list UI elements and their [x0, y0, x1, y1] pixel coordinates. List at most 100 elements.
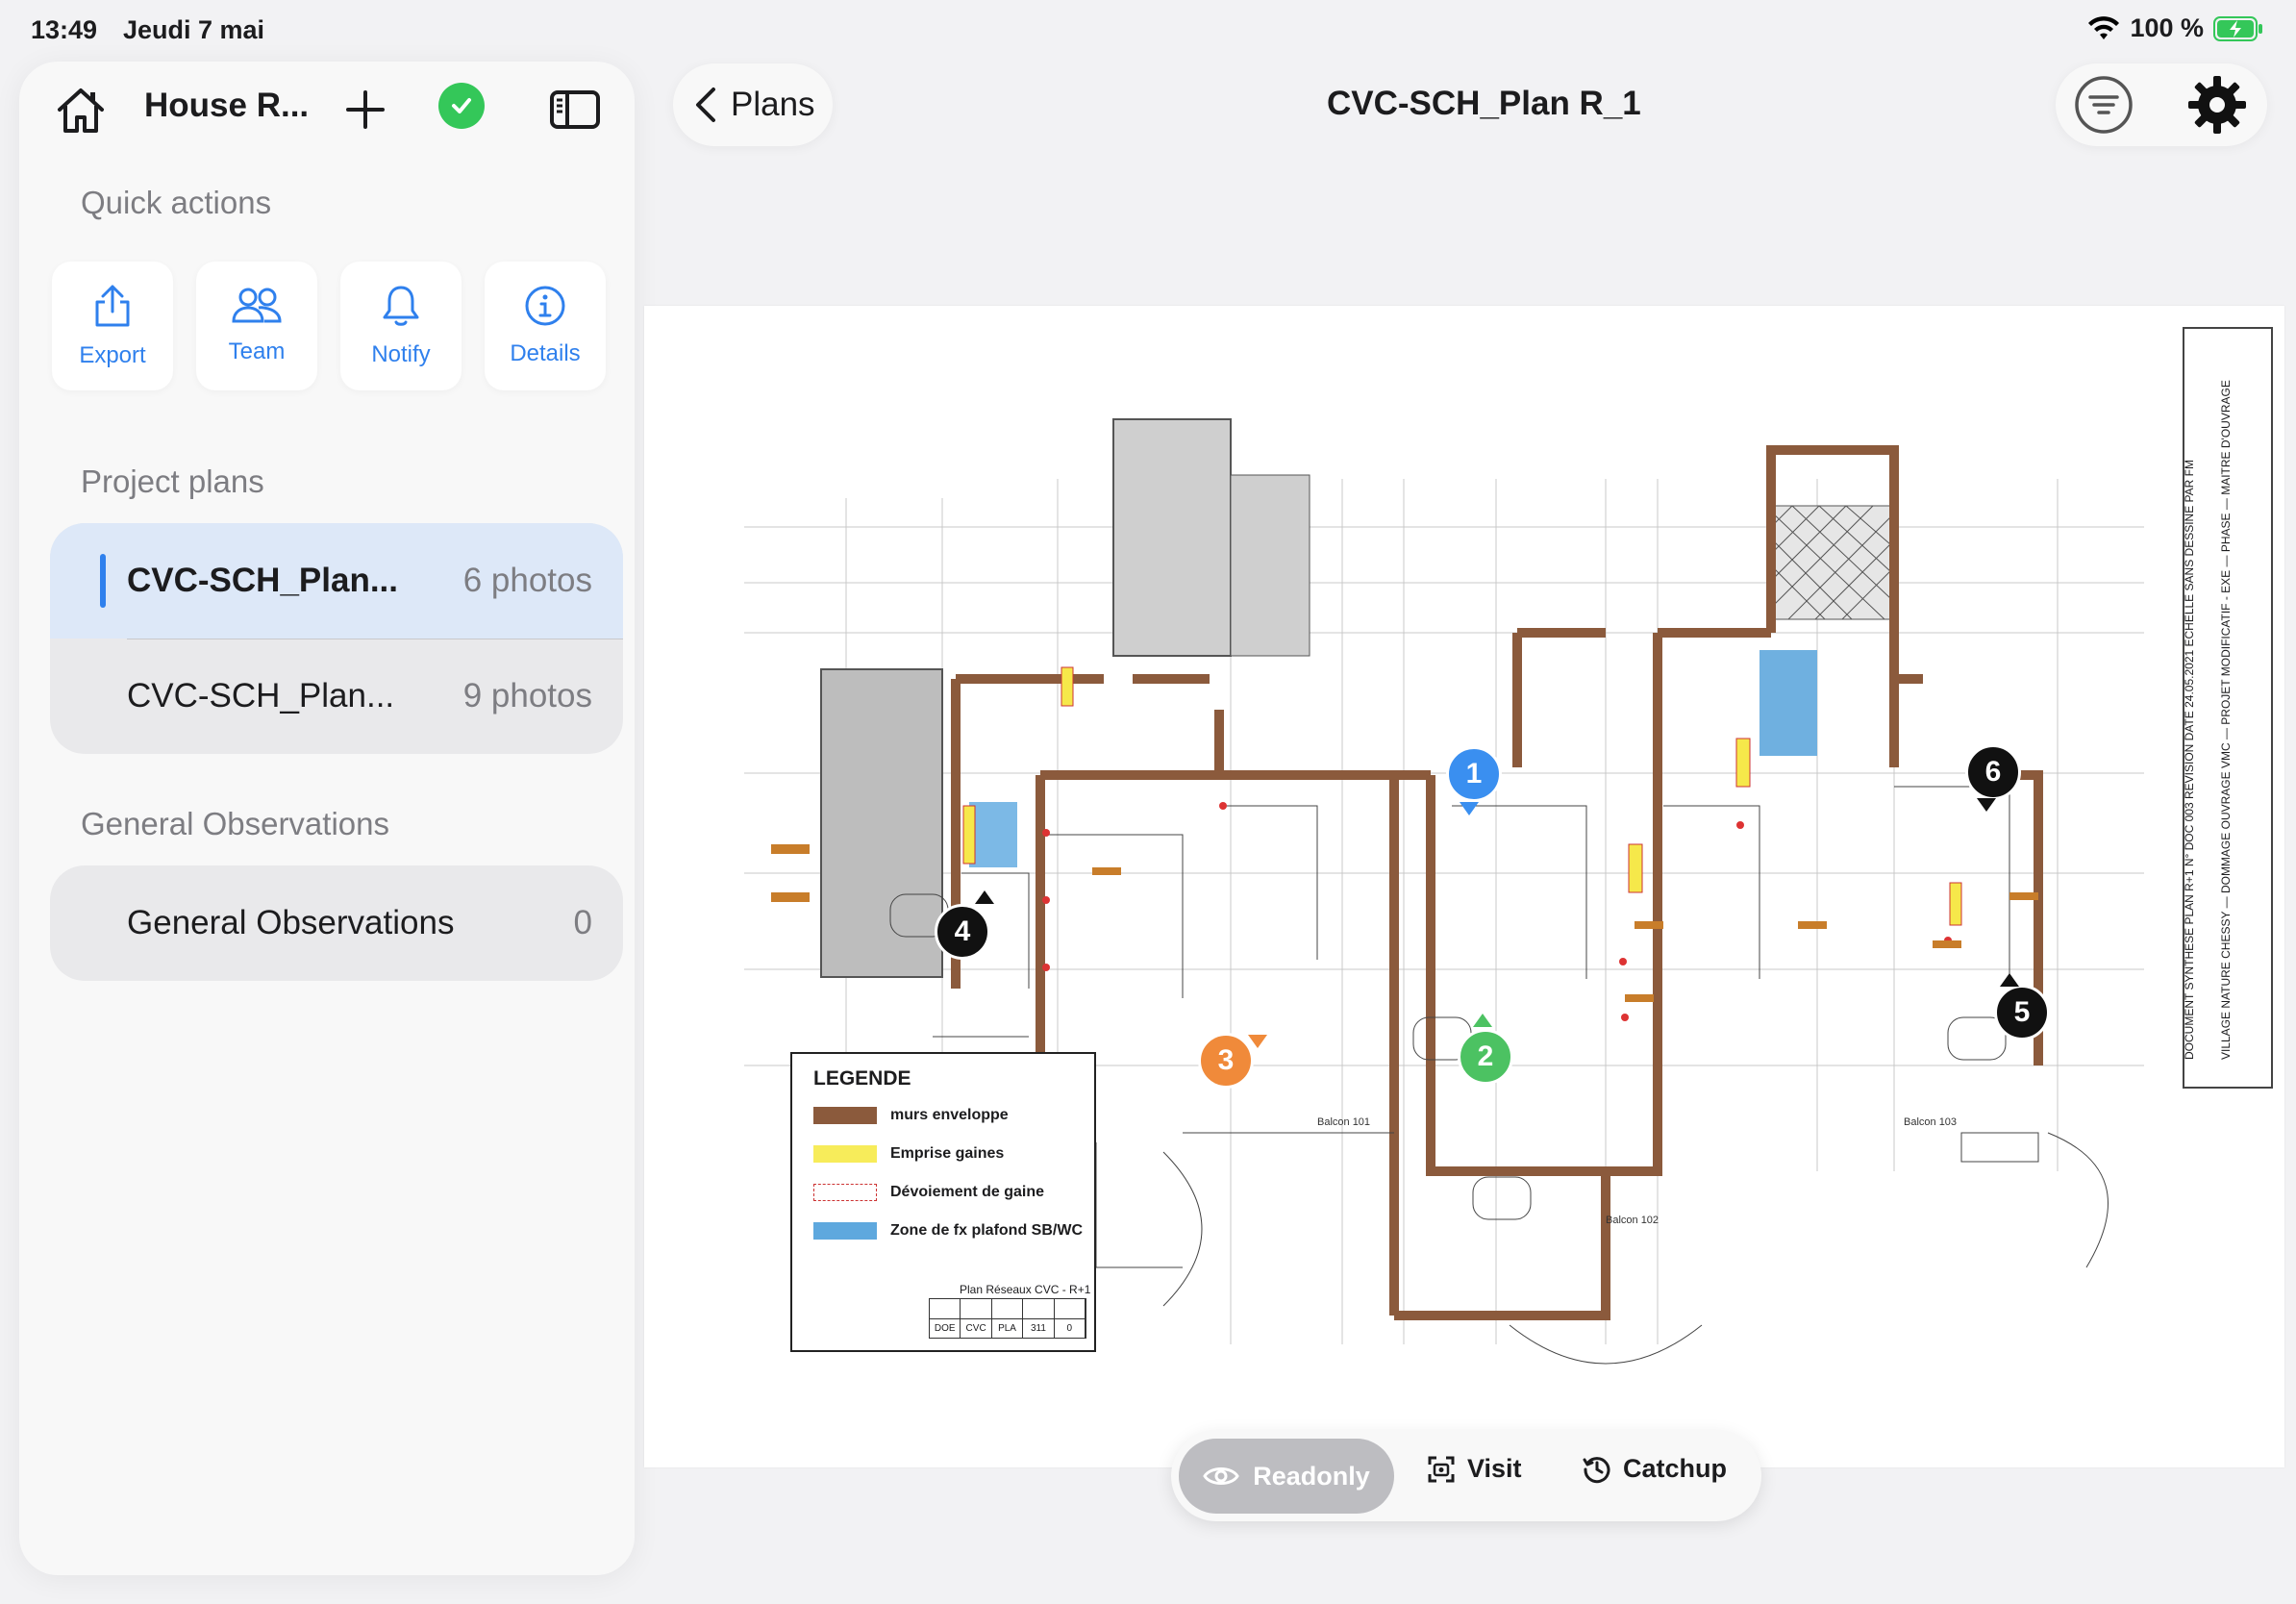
- plan-name: CVC-SCH_Plan...: [127, 562, 398, 599]
- checkmark-icon: [452, 98, 471, 113]
- observation-pin-6[interactable]: 6: [1965, 744, 2021, 800]
- project-name[interactable]: House R...: [144, 87, 309, 125]
- readonly-label: Readonly: [1253, 1461, 1370, 1491]
- observation-pin-3[interactable]: 3: [1198, 1033, 1254, 1089]
- legend-swatch: [813, 1145, 877, 1163]
- legend-table-cell: 311: [1023, 1318, 1055, 1338]
- plan-photo-count: 6 photos: [462, 562, 592, 599]
- general-observations-item[interactable]: General Observations 0: [50, 865, 623, 981]
- team-label: Team: [228, 338, 286, 364]
- observation-pin-5[interactable]: 5: [1994, 985, 2050, 1040]
- filter-button[interactable]: [2073, 74, 2134, 136]
- legend-table-cell: CVC: [961, 1318, 992, 1338]
- battery-percent: 100 %: [2130, 13, 2204, 42]
- filter-icon: [2075, 76, 2133, 134]
- observations-count: 0: [573, 904, 592, 941]
- export-label: Export: [79, 342, 146, 368]
- observation-pin-2[interactable]: 2: [1458, 1029, 1513, 1085]
- balcony-label-101: Balcon 101: [1317, 1116, 1370, 1128]
- plan-item[interactable]: CVC-SCH_Plan... 9 photos: [50, 639, 623, 754]
- status-right: 100 %: [2087, 13, 2263, 43]
- plan-list: CVC-SCH_Plan... 6 photos CVC-SCH_Plan...…: [50, 523, 623, 754]
- history-icon: [1583, 1456, 1610, 1483]
- plus-icon: [346, 90, 385, 129]
- plan-photo-count: 9 photos: [462, 677, 592, 714]
- observation-pin-4[interactable]: 4: [935, 904, 990, 960]
- pin-number: 1: [1465, 758, 1483, 789]
- sidebar-header: House R...: [19, 62, 635, 167]
- title-block-text-secondary: VILLAGE NATURE CHESSY — DOMMAGE OUVRAGE …: [2219, 380, 2233, 1060]
- sidebar-icon: [550, 90, 600, 129]
- notify-button[interactable]: Notify: [340, 262, 462, 390]
- team-button[interactable]: Team: [196, 262, 317, 390]
- legend-label: murs enveloppe: [890, 1107, 1009, 1123]
- legend-label: Dévoiement de gaine: [890, 1184, 1045, 1200]
- legend-title: LEGENDE: [813, 1067, 911, 1090]
- mode-switcher: Readonly Visit Catchup: [1171, 1431, 1761, 1521]
- sidebar-toggle-button[interactable]: [546, 81, 604, 138]
- floor-plan-canvas[interactable]: Balcon 101 Balcon 102 Balcon 103 LEGENDE…: [644, 306, 2284, 1467]
- balcony-label-103: Balcon 103: [1904, 1116, 1957, 1128]
- pin-pointer: [1473, 1014, 1492, 1027]
- catchup-mode-button[interactable]: Catchup: [1583, 1454, 1727, 1484]
- title-block-text: DOCUMENT SYNTHESE PLAN R+1 N° DOC 003 RE…: [2183, 460, 2196, 1060]
- battery-icon: [2213, 15, 2263, 41]
- readonly-mode-button[interactable]: Readonly: [1179, 1439, 1394, 1514]
- share-icon: [95, 285, 130, 327]
- legend-subtitle: Plan Réseaux CVC - R+1: [960, 1283, 1091, 1296]
- wifi-icon: [2087, 15, 2120, 41]
- settings-button[interactable]: [2186, 74, 2248, 136]
- sync-status-badge[interactable]: [438, 83, 485, 129]
- visit-label: Visit: [1467, 1454, 1522, 1483]
- plan-item-selected[interactable]: CVC-SCH_Plan... 6 photos: [50, 523, 623, 639]
- selection-indicator: [100, 554, 106, 608]
- details-label: Details: [510, 340, 581, 366]
- pin-pointer: [1977, 798, 1996, 812]
- legend-row: Zone de fx plafond SB/WC: [813, 1219, 1083, 1242]
- toolbar-right: [2056, 63, 2267, 146]
- legend-label: Zone de fx plafond SB/WC: [890, 1222, 1083, 1239]
- home-icon: [58, 88, 104, 133]
- back-label: Plans: [731, 86, 815, 123]
- catchup-label: Catchup: [1623, 1454, 1727, 1483]
- legend-table-row: [930, 1299, 1086, 1319]
- quick-actions: Export Team Notify Details: [52, 262, 606, 390]
- legend-table-row: DOE CVC PLA 311 0: [930, 1318, 1086, 1338]
- details-button[interactable]: Details: [485, 262, 606, 390]
- pin-pointer: [2000, 973, 2019, 987]
- add-button[interactable]: [337, 81, 394, 138]
- sidebar: House R... Quick actions Export Team Not…: [19, 62, 635, 1575]
- pin-pointer: [1460, 802, 1479, 815]
- legend-table-cell: PLA: [992, 1318, 1024, 1338]
- eye-icon: [1203, 1467, 1239, 1485]
- observations-name: General Observations: [127, 904, 455, 941]
- notify-label: Notify: [371, 341, 431, 367]
- status-time: 13:49: [31, 15, 98, 44]
- legend-label: Emprise gaines: [890, 1145, 1005, 1162]
- pin-number: 4: [954, 915, 971, 947]
- bell-icon: [383, 286, 419, 326]
- balcony-label-102: Balcon 102: [1606, 1215, 1659, 1226]
- status-date: Jeudi 7 mai: [123, 15, 265, 44]
- home-button[interactable]: [52, 81, 110, 138]
- quick-actions-title: Quick actions: [81, 185, 272, 220]
- pin-number: 2: [1477, 1040, 1494, 1072]
- export-button[interactable]: Export: [52, 262, 173, 390]
- back-button[interactable]: Plans: [673, 63, 833, 146]
- pin-number: 3: [1217, 1044, 1235, 1076]
- legend-table-cell: DOE: [930, 1318, 961, 1338]
- pin-number: 6: [1984, 756, 2002, 788]
- page-title: CVC-SCH_Plan R_1: [1327, 85, 1641, 122]
- legend-swatch: [813, 1107, 877, 1124]
- info-icon: [525, 286, 565, 326]
- legend-table: DOE CVC PLA 311 0: [929, 1298, 1086, 1339]
- observation-pin-1[interactable]: 1: [1446, 746, 1502, 802]
- project-plans-title: Project plans: [81, 464, 264, 499]
- plan-name: CVC-SCH_Plan...: [127, 677, 395, 714]
- pin-pointer: [1248, 1035, 1267, 1048]
- legend-swatch: [813, 1184, 877, 1201]
- legend-row: Dévoiement de gaine: [813, 1181, 1044, 1204]
- visit-mode-button[interactable]: Visit: [1427, 1454, 1522, 1484]
- status-bar: 13:49 Jeudi 7 mai 100 %: [0, 0, 2296, 60]
- plan-title-block: DOCUMENT SYNTHESE PLAN R+1 N° DOC 003 RE…: [2183, 327, 2273, 1089]
